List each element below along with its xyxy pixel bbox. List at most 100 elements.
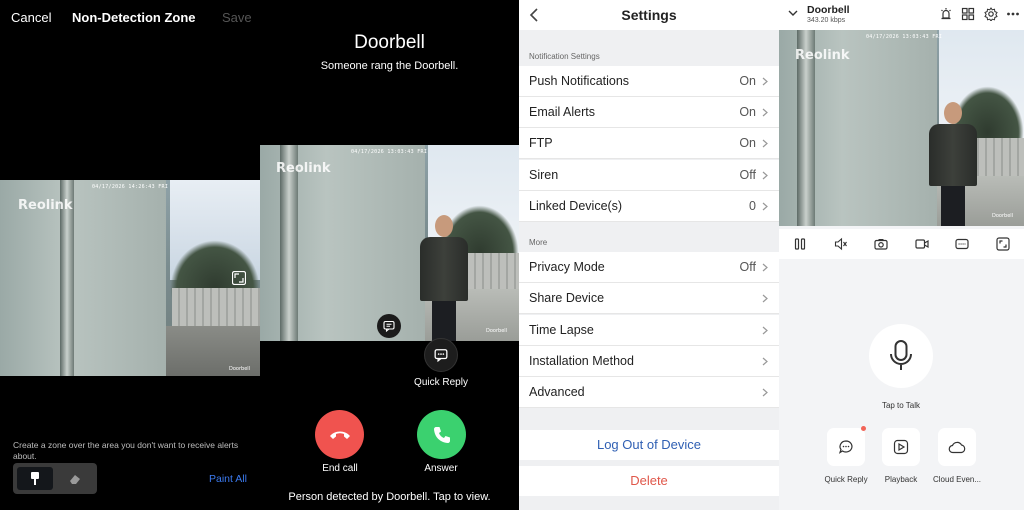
end-call-label: End call [322,463,358,474]
section-more: More [529,238,548,247]
playback-icon [893,439,909,455]
camera-preview[interactable]: 04/17/2026 13:03:43 FRI Reolink Doorbell [260,145,519,341]
log-out-button[interactable]: Log Out of Device [519,430,779,460]
row-label: Siren [529,168,559,182]
quick-reply-label: Quick Reply [414,377,468,388]
tap-to-talk-label: Tap to Talk [881,401,921,410]
settings-screen: Settings Notification Settings Push Noti… [519,0,779,510]
row-value: On [739,74,756,88]
camera-name-label: Doorbell [486,328,508,334]
tap-to-talk-button[interactable] [869,324,933,388]
camera-name-label: Doorbell [229,366,251,372]
hang-up-icon [329,431,350,439]
device-name[interactable]: Doorbell [807,4,850,16]
eraser-tool[interactable] [57,467,93,490]
snapshot-icon[interactable] [874,237,888,251]
caller-subtitle: Someone rang the Doorbell. [320,60,459,72]
paint-all-button[interactable]: Paint All [209,473,247,485]
row-value: Off [739,260,756,274]
chevron-right-icon [762,263,768,272]
more-dots-icon[interactable] [1006,7,1020,21]
chevron-right-icon [762,294,768,303]
quick-reply-button[interactable] [424,338,458,372]
cloud-events-button[interactable] [938,428,976,466]
page-title: Non-Detection Zone [72,10,196,25]
incoming-call-screen: Doorbell Someone rang the Doorbell. 04/1… [260,0,519,510]
answer-button[interactable] [417,410,466,459]
playback-button[interactable] [882,428,920,466]
settings-row-share-device[interactable]: Share Device [519,283,779,314]
delete-button[interactable]: Delete [519,466,779,496]
paint-brush-tool[interactable] [17,467,53,490]
paint-brush-icon [31,472,39,485]
alarm-bell-icon[interactable] [939,7,953,21]
chevron-right-icon [762,108,768,117]
settings-row-ftp[interactable]: FTP On [519,128,779,159]
chevron-right-icon [762,171,768,180]
camera-name-label: Doorbell [992,213,1014,219]
microphone-icon [890,340,912,370]
settings-row-installation-method[interactable]: Installation Method [519,346,779,377]
settings-row-push-notifications[interactable]: Push Notifications On [519,66,779,97]
page-title: Settings [621,7,677,23]
cloud-events-label: Cloud Even... [932,475,982,484]
row-label: FTP [529,136,553,150]
quick-reply-button[interactable] [827,428,865,466]
pause-icon[interactable] [793,237,807,251]
settings-row-advanced[interactable]: Advanced [519,377,779,408]
row-label: Push Notifications [529,74,630,88]
camera-timestamp: 04/17/2026 13:03:43 FRI [866,34,943,40]
chat-bubble-icon [434,349,448,362]
fullscreen-icon[interactable] [996,237,1010,251]
caller-title: Doorbell [354,32,425,53]
grid-icon[interactable] [961,7,975,21]
save-button[interactable]: Save [222,10,252,25]
chevron-right-icon [762,388,768,397]
bitrate-readout: 343.20 kbps [807,17,846,24]
chat-bubble-icon [838,440,853,454]
volume-icon[interactable] [834,237,848,251]
chevron-down-icon[interactable] [787,8,799,18]
settings-row-email-alerts[interactable]: Email Alerts On [519,97,779,128]
settings-row-siren[interactable]: Siren Off [519,160,779,191]
settings-gear-icon[interactable] [984,7,998,21]
detection-banner[interactable]: Person detected by Doorbell. Tap to view… [260,491,519,503]
camera-timestamp: 04/17/2026 14:26:43 FRI [92,184,169,190]
row-value: On [739,105,756,119]
drawing-tool-group [13,463,97,494]
camera-logo: Reolink [276,161,331,176]
quality-icon[interactable] [955,237,969,251]
row-label: Share Device [529,291,605,305]
camera-logo: Reolink [18,198,73,213]
row-label: Installation Method [529,354,634,368]
settings-row-linked-devices[interactable]: Linked Device(s) 0 [519,191,779,222]
visitor-figure [420,215,470,341]
expand-icon[interactable] [232,271,246,285]
settings-row-time-lapse[interactable]: Time Lapse [519,315,779,346]
row-value: Off [739,168,756,182]
live-view-screen: Doorbell 343.20 kbps 04/17/2026 13:03:43… [779,0,1024,510]
live-view-header: Doorbell 343.20 kbps [779,0,1024,30]
visitor-figure [929,102,979,226]
row-label: Linked Device(s) [529,199,623,213]
record-video-icon[interactable] [915,237,929,251]
chevron-right-icon [762,77,768,86]
live-video[interactable]: 04/17/2026 13:03:43 FRI Reolink Doorbell [779,30,1024,226]
cancel-button[interactable]: Cancel [11,10,51,25]
row-value: On [739,136,756,150]
settings-header: Settings [519,0,779,30]
playback-control-bar [779,229,1024,259]
chevron-right-icon [762,357,768,366]
eraser-icon [70,474,80,484]
message-icon[interactable] [377,314,401,338]
camera-logo: Reolink [795,48,850,63]
non-detection-zone-screen: Cancel Non-Detection Zone Save 04/17/202… [0,0,260,510]
phone-icon [433,426,450,443]
end-call-button[interactable] [315,410,364,459]
chevron-right-icon [762,139,768,148]
row-label: Time Lapse [529,323,594,337]
answer-label: Answer [424,463,458,474]
camera-preview[interactable]: 04/17/2026 14:26:43 FRI Reolink Doorbell [0,180,260,376]
settings-row-privacy-mode[interactable]: Privacy Mode Off [519,252,779,283]
zone-hint-text: Create a zone over the area you don't wa… [13,440,239,461]
